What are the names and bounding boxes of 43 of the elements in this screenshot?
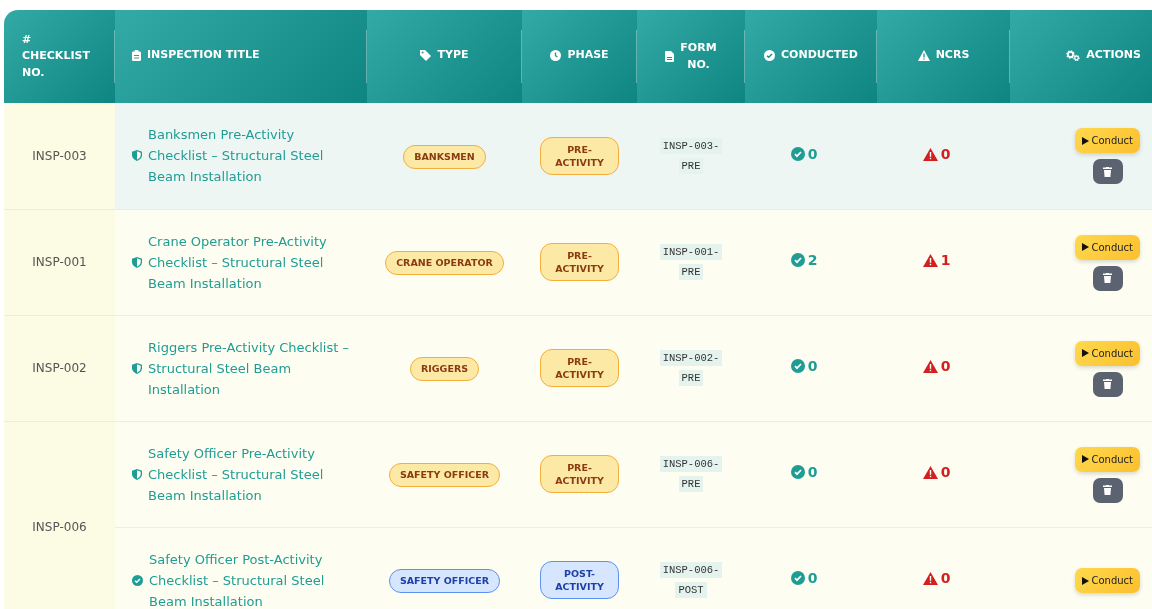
conducted-count: 2 (807, 250, 818, 270)
conducted-count: 0 (807, 462, 818, 482)
checklist-number: INSP-002 (32, 361, 87, 375)
form-number: INSP-003-PRE (658, 135, 724, 176)
column-header: NCRS (935, 46, 970, 63)
type-label: BANKSMEN (403, 144, 486, 169)
phase-label: POST-ACTIVITY (540, 561, 619, 599)
ncr-count: 0 (940, 463, 951, 482)
type-label: SAFETY OFFICER (388, 462, 501, 488)
ncr-count: 0 (940, 569, 951, 588)
conducted-count: 0 (807, 568, 818, 588)
phase-label: PRE-ACTIVITY (540, 349, 619, 387)
column-header: FORM NO. (679, 40, 718, 73)
checklist-number: INSP-006 (32, 520, 87, 534)
column-header: INSPECTION TITLE (147, 46, 260, 63)
conducted-count: 0 (807, 356, 818, 376)
type-label: SAFETY OFFICER (388, 568, 501, 594)
type-label: CRANE OPERATOR (385, 250, 504, 276)
form-number: INSP-002-PRE (658, 348, 724, 388)
conduct-button[interactable]: Conduct (1075, 128, 1140, 154)
checklist-number: INSP-003 (32, 148, 87, 163)
ncr-count: 0 (940, 144, 951, 164)
form-number: INSP-006-POST (658, 560, 724, 600)
conduct-button[interactable]: Conduct (1075, 234, 1140, 260)
type-label: RIGGERS (409, 356, 480, 382)
conduct-button[interactable]: Conduct (1075, 446, 1140, 472)
ncr-count: 1 (940, 251, 951, 270)
phase-label: PRE-ACTIVITY (540, 455, 619, 493)
column-header: CHECKLIST NO. (22, 48, 91, 81)
hash-symbol: # (22, 31, 33, 48)
checklist-number: INSP-001 (32, 255, 87, 269)
conducted-count: 0 (807, 144, 818, 164)
form-number: INSP-006-PRE (658, 454, 724, 494)
conduct-button[interactable]: Conduct (1075, 340, 1140, 366)
column-header: CONDUCTED (781, 46, 858, 63)
column-header: TYPE (437, 46, 469, 63)
phase-label: PRE-ACTIVITY (540, 243, 619, 281)
phase-label: PRE-ACTIVITY (540, 136, 619, 175)
form-number: INSP-001-PRE (658, 242, 724, 282)
column-header: ACTIONS (1086, 46, 1141, 63)
ncr-count: 0 (940, 357, 951, 376)
conduct-button[interactable]: Conduct (1075, 568, 1140, 593)
column-header: PHASE (567, 46, 609, 63)
